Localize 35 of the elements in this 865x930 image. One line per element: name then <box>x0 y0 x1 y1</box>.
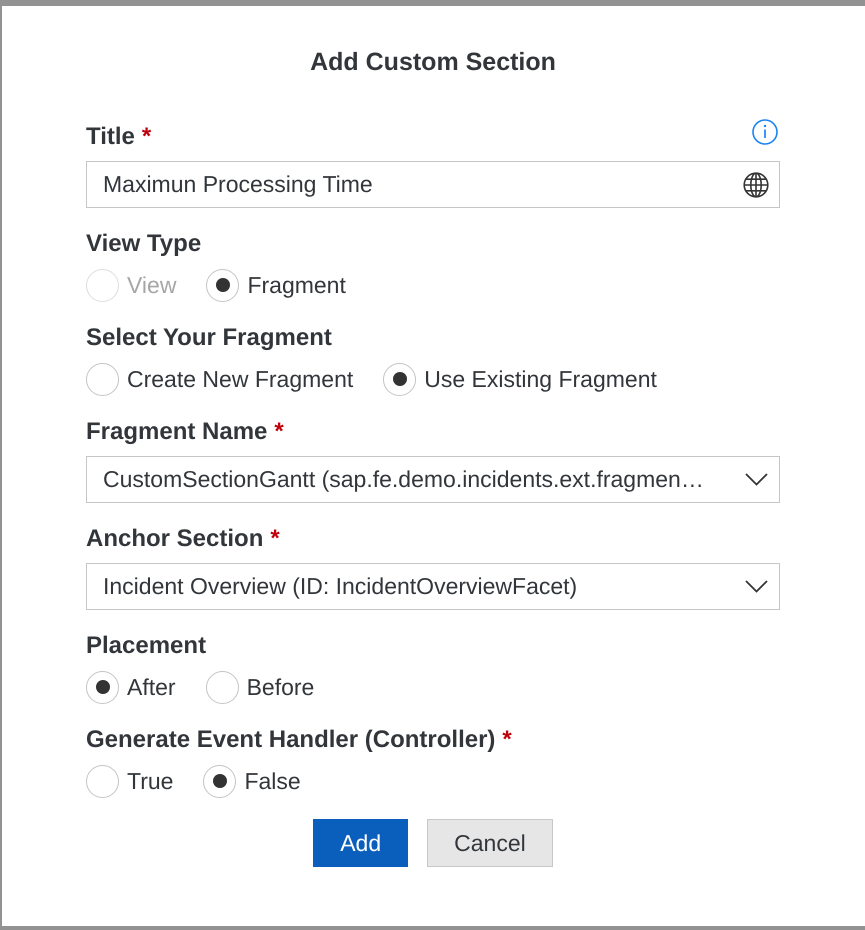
radio-button[interactable] <box>86 670 119 704</box>
radio-button[interactable] <box>203 764 236 798</box>
add-button[interactable]: Add <box>313 819 408 867</box>
chevron-down-icon[interactable] <box>745 473 768 486</box>
required-mark: * <box>502 725 512 755</box>
field-label: Placement <box>86 631 206 661</box>
chevron-down-icon[interactable] <box>745 580 768 593</box>
dialog-title: Add Custom Section <box>309 47 557 78</box>
radio-button[interactable] <box>86 362 119 396</box>
field-label: Anchor Section <box>86 524 264 554</box>
radio-button[interactable] <box>206 268 240 302</box>
radio-button[interactable] <box>86 764 119 798</box>
radio-label[interactable]: Create New Fragment <box>127 364 354 394</box>
cancel-button[interactable]: Cancel <box>427 819 553 867</box>
field-label: Fragment Name <box>86 417 268 447</box>
required-mark: * <box>270 524 280 554</box>
radio-label[interactable]: True <box>127 766 174 796</box>
globe-icon[interactable] <box>743 172 769 198</box>
required-mark: * <box>274 417 284 447</box>
radio-label[interactable]: After <box>127 672 176 702</box>
field-label: Select Your Fragment <box>86 323 332 353</box>
radio-button[interactable] <box>383 362 416 396</box>
dropdown-field[interactable]: CustomSectionGantt (sap.fe.demo.incidents.ext.fragmen… <box>86 456 780 503</box>
info-icon[interactable] <box>752 119 778 145</box>
radio-label[interactable]: Use Existing Fragment <box>424 364 657 394</box>
required-mark: * <box>142 122 152 152</box>
field-label: View Type <box>86 229 202 259</box>
radio-label[interactable]: Before <box>246 672 314 702</box>
radio-button[interactable] <box>206 670 239 704</box>
field-label: Title <box>86 122 135 152</box>
field-label: Generate Event Handler (Controller) <box>86 725 496 755</box>
radio-label[interactable]: False <box>244 766 301 796</box>
dropdown-field[interactable]: Incident Overview (ID: IncidentOverviewFacet) <box>86 563 780 610</box>
radio-label[interactable]: Fragment <box>247 270 346 300</box>
text-field[interactable]: Maximun Processing Time <box>86 161 780 208</box>
